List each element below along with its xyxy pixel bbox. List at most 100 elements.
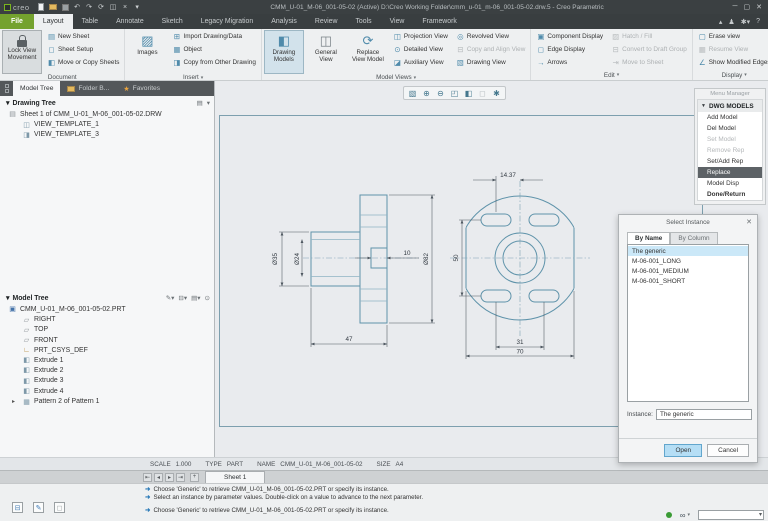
tree-item-part-root[interactable]: ▣ CMM_U-01_M-06_001-05-02.PRT	[0, 304, 214, 314]
new-sheet-button[interactable]: ▤ New Sheet	[44, 30, 122, 43]
tab-file[interactable]: File	[0, 14, 34, 29]
help-icon[interactable]: ?	[756, 18, 760, 25]
auxiliary-view-button[interactable]: ◪ Auxiliary View	[390, 56, 451, 69]
pattern-expand-icon[interactable]: ▸	[12, 398, 19, 405]
images-button[interactable]: ▨ Images	[127, 30, 167, 74]
drawing-view-button[interactable]: ▧ Drawing View	[453, 56, 529, 69]
list-item-short[interactable]: M-06-001_SHORT	[628, 277, 748, 287]
tab-by-column[interactable]: By Column	[670, 232, 718, 244]
first-sheet-icon[interactable]: ⇤	[143, 472, 152, 482]
tree-item-extrude-3[interactable]: ◧ Extrude 3	[0, 376, 214, 386]
tab-folder-browser[interactable]: Folder B...	[60, 81, 116, 96]
select-region-icon[interactable]: ▧	[406, 88, 419, 99]
panel-pin-icon[interactable]	[0, 81, 13, 96]
cancel-button[interactable]: Cancel	[707, 444, 749, 457]
tree-item-right-plane[interactable]: ▱ RIGHT	[0, 314, 214, 324]
zoom-in-icon[interactable]: ⊕	[420, 88, 433, 99]
import-drawing-data-button[interactable]: ⊞ Import Drawing/Data	[169, 30, 258, 43]
datum-display-icon[interactable]: ✱	[490, 88, 503, 99]
undo-icon[interactable]: ↶	[73, 3, 82, 12]
sheet-setup-button[interactable]: ◻ Sheet Setup	[44, 43, 122, 56]
zoom-out-icon[interactable]: ⊖	[434, 88, 447, 99]
lock-view-movement-button[interactable]: Lock View Movement	[2, 30, 42, 74]
replace-view-model-button[interactable]: ⟳ Replace View Model	[348, 30, 388, 74]
filter-combobox[interactable]: ▾	[698, 510, 764, 520]
maximize-button[interactable]: ▢	[744, 3, 751, 11]
detailed-view-button[interactable]: ⊙ Detailed View	[390, 43, 451, 56]
tree-item-front-plane[interactable]: ▱ FRONT	[0, 335, 214, 345]
menu-item-set-add-rep[interactable]: Set/Add Rep	[698, 156, 762, 167]
list-item-medium[interactable]: M-06-001_MEDIUM	[628, 266, 748, 276]
list-item-generic[interactable]: The generic	[628, 246, 748, 257]
model-views-launcher-icon[interactable]: ▾	[414, 75, 417, 81]
arrows-button[interactable]: → Arrows	[533, 56, 606, 69]
copy-from-other-drawing-button[interactable]: ◨ Copy from Other Drawing	[169, 56, 258, 69]
tab-table[interactable]: Table	[73, 14, 107, 29]
creo-logo[interactable]: creo	[0, 0, 34, 14]
model-tree-filter-icon[interactable]: ⊟▾	[178, 294, 187, 302]
model-tree-search-icon[interactable]: ⊙	[205, 294, 210, 302]
window-icon[interactable]: ◫	[109, 3, 118, 12]
erase-view-button[interactable]: ▢ Erase view	[695, 30, 768, 43]
tree-item-view-template-3[interactable]: ◨ VIEW_TEMPLATE_3	[0, 130, 214, 140]
regenerate-icon[interactable]: ⟳	[97, 3, 106, 12]
open-button[interactable]: Open	[664, 444, 703, 457]
new-file-icon[interactable]	[37, 3, 46, 12]
prev-sheet-icon[interactable]: ◂	[154, 472, 163, 482]
display-style-icon[interactable]: ◧	[462, 88, 475, 99]
select-box-icon[interactable]: ◻	[54, 502, 65, 513]
redo-icon[interactable]: ↷	[85, 3, 94, 12]
tab-tools[interactable]: Tools	[346, 14, 380, 29]
close-button[interactable]: ✕	[756, 3, 762, 11]
tab-layout[interactable]: Layout	[33, 14, 73, 29]
drawing-tree-dropdown-icon[interactable]: ▾	[207, 99, 210, 107]
model-tree-show-icon[interactable]: ✎▾	[166, 294, 175, 302]
user-account-icon[interactable]: ♟	[728, 18, 734, 26]
next-sheet-icon[interactable]: ▸	[165, 472, 174, 482]
close-window-icon[interactable]: ×	[121, 3, 130, 12]
settings-gear-icon[interactable]: ✱▾	[741, 18, 750, 26]
open-file-icon[interactable]	[49, 3, 58, 12]
menu-item-model-disp[interactable]: Model Disp	[698, 178, 762, 189]
tree-item-top-plane[interactable]: ▱ TOP	[0, 325, 214, 335]
tab-favorites[interactable]: ★ Favorites	[116, 81, 167, 96]
tab-legacy-migration[interactable]: Legacy Migration	[192, 14, 262, 29]
save-icon[interactable]	[61, 3, 70, 12]
drawing-tree-collapse-icon[interactable]: ▾	[6, 99, 9, 107]
instance-list[interactable]: The generic M-06-001_LONG M-06-001_MEDIU…	[627, 244, 749, 402]
tab-annotate[interactable]: Annotate	[107, 14, 153, 29]
tab-review[interactable]: Review	[306, 14, 347, 29]
edge-display-button[interactable]: ◻ Edge Display	[533, 43, 606, 56]
refit-icon[interactable]: ◰	[448, 88, 461, 99]
insert-launcher-icon[interactable]: ▾	[201, 75, 204, 81]
tree-item-view-template-1[interactable]: ◫ VIEW_TEMPLATE_1	[0, 119, 214, 129]
message-log-icon[interactable]: ⊟	[12, 502, 23, 513]
tree-item-csys[interactable]: ∟ PRT_CSYS_DEF	[0, 346, 214, 355]
tree-item-extrude-2[interactable]: ◧ Extrude 2	[0, 365, 214, 375]
show-modified-edges-button[interactable]: ∠ Show Modified Edges	[695, 56, 768, 69]
component-display-button[interactable]: ▣ Component Display	[533, 30, 606, 43]
add-sheet-icon[interactable]: +	[190, 472, 199, 482]
projection-view-button[interactable]: ◫ Projection View	[390, 30, 451, 43]
tab-view[interactable]: View	[381, 14, 414, 29]
object-button[interactable]: ▦ Object	[169, 43, 258, 56]
sheet-1-tab[interactable]: Sheet 1	[205, 471, 266, 483]
drawing-tree-settings-icon[interactable]: ▤	[197, 99, 203, 107]
menu-item-del-model[interactable]: Del Model	[698, 123, 762, 134]
model-tree-collapse-icon[interactable]: ▾	[6, 294, 9, 302]
menu-item-done-return[interactable]: Done/Return	[698, 189, 762, 200]
move-copy-sheets-button[interactable]: ◧ Move or Copy Sheets	[44, 56, 122, 69]
general-view-button[interactable]: ◫ General View	[306, 30, 346, 74]
qat-dropdown-icon[interactable]: ▾	[133, 3, 142, 12]
tab-sketch[interactable]: Sketch	[153, 14, 192, 29]
menu-item-replace[interactable]: Replace	[698, 167, 762, 178]
tree-item-extrude-4[interactable]: ◧ Extrude 4	[0, 386, 214, 396]
instance-input[interactable]	[655, 409, 752, 420]
menu-item-add-model[interactable]: Add Model	[698, 112, 762, 123]
find-tool-icon[interactable]: ∞ ▾	[680, 511, 690, 520]
menu-section-dwg-models[interactable]: ▼ DWG MODELS	[698, 100, 762, 112]
tab-model-tree[interactable]: Model Tree	[13, 81, 61, 96]
dialog-close-icon[interactable]: ✕	[746, 218, 752, 226]
tab-by-name[interactable]: By Name	[627, 232, 671, 244]
revolved-view-button[interactable]: ◎ Revolved View	[453, 30, 529, 43]
